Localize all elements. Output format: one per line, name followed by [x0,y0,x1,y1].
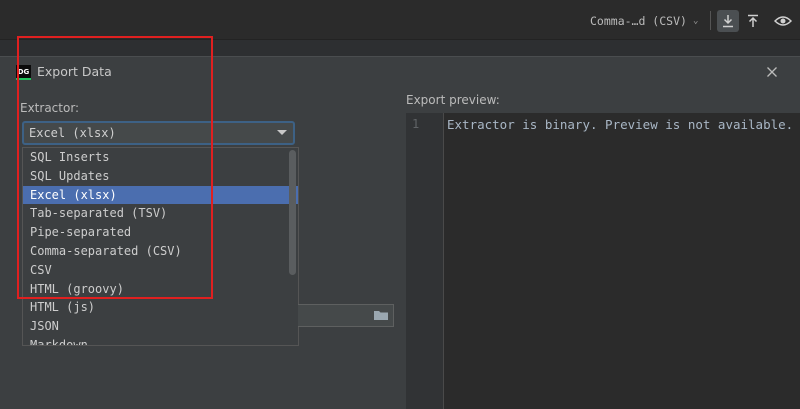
folder-icon[interactable] [373,307,389,323]
dialog-title: Export Data [37,64,112,79]
upload-button[interactable] [742,10,764,32]
line-number-gutter [406,113,444,409]
chevron-down-icon: ⌄ [692,16,699,26]
preview-toggle-button[interactable] [772,10,794,32]
extractor-option[interactable]: Markdown [23,336,298,345]
line-number: 1 [412,117,420,131]
close-button[interactable] [764,64,780,80]
extractor-label: Extractor: [20,101,80,115]
extractor-options: SQL Inserts SQL Updates Excel (xlsx) Tab-se… [23,148,298,345]
download-icon [723,15,733,28]
export-data-dialog: DG Export Data Extractor: Excel (xlsx) S… [0,56,800,409]
editor-background [0,40,800,56]
close-icon [767,67,777,77]
format-select-label: Comma-…d (CSV) [590,14,687,28]
export-preview-editor[interactable]: 1 Extractor is binary. Preview is not av… [406,113,800,409]
eye-icon [774,16,792,26]
download-button[interactable] [717,10,739,32]
extractor-option[interactable]: Comma-separated (CSV) [23,242,298,261]
extractor-option[interactable]: HTML (groovy) [23,280,298,299]
upload-icon [748,14,758,27]
preview-message: Extractor is binary. Preview is not avai… [447,117,794,132]
extractor-dropdown-list: SQL Inserts SQL Updates Excel (xlsx) Tab-se… [22,147,299,346]
extractor-option[interactable]: HTML (js) [23,298,298,317]
extractor-selected-value: Excel (xlsx) [29,126,116,140]
extractor-option[interactable]: SQL Updates [23,167,298,186]
extractor-option[interactable]: CSV [23,261,298,280]
dropdown-scrollbar[interactable] [289,150,296,275]
extractor-combobox[interactable]: Excel (xlsx) [22,121,295,145]
extractor-option[interactable]: JSON [23,317,298,336]
export-preview-label: Export preview: [406,93,500,107]
top-toolbar: Comma-…d (CSV) ⌄ [0,0,800,40]
extractor-option[interactable]: Tab-separated (TSV) [23,204,298,223]
extractor-option[interactable]: SQL Inserts [23,148,298,167]
toolbar-separator [710,11,711,30]
extractor-option[interactable]: Pipe-separated [23,223,298,242]
dropdown-arrow-icon [277,130,287,135]
extractor-format-select[interactable]: Comma-…d (CSV) ⌄ [590,11,698,31]
extractor-option[interactable]: Excel (xlsx) [23,185,298,205]
datagrip-logo: DG [16,65,31,80]
